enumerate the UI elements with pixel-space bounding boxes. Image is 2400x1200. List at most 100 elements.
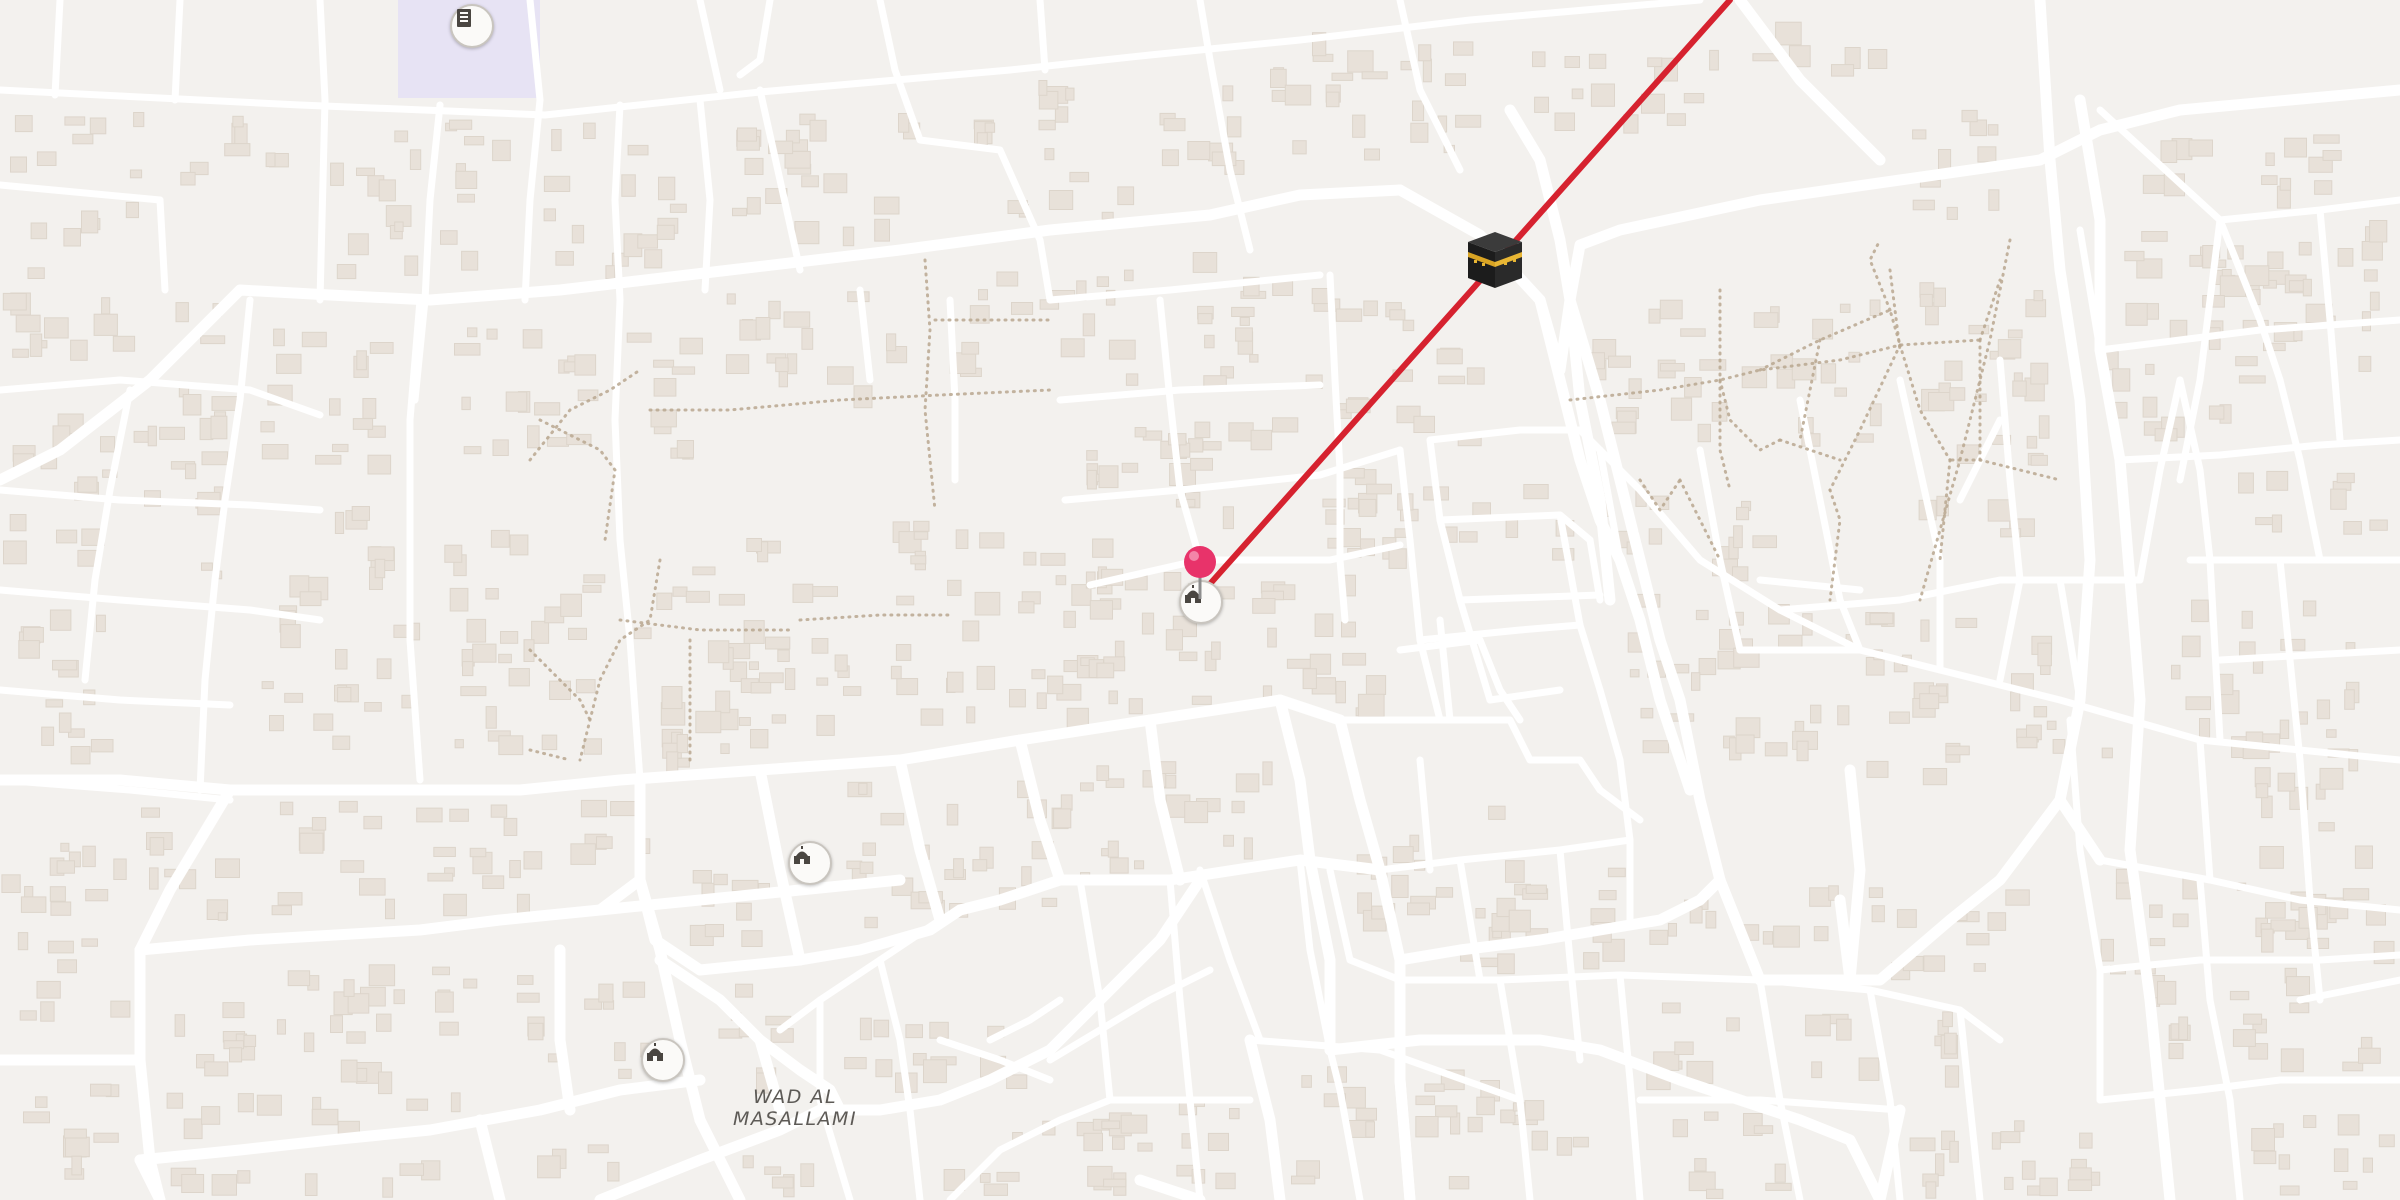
building: [2007, 329, 2023, 339]
kaaba-icon[interactable]: [1460, 226, 1530, 296]
building: [2289, 1002, 2310, 1014]
building: [469, 847, 487, 858]
building: [1909, 1137, 1936, 1152]
building: [777, 649, 790, 662]
building: [364, 702, 382, 712]
building: [1809, 887, 1832, 907]
building: [12, 348, 29, 358]
building: [340, 1059, 358, 1083]
building: [404, 255, 419, 276]
building: [56, 860, 75, 874]
mosque-poi-southwest[interactable]: [641, 1038, 685, 1082]
building: [1949, 1140, 1959, 1163]
building: [1163, 118, 1186, 132]
building: [63, 1128, 87, 1139]
building: [2181, 635, 2201, 658]
building: [1476, 1096, 1495, 1116]
building: [3, 540, 27, 565]
building: [1753, 1125, 1774, 1134]
building: [2142, 174, 2167, 194]
building: [583, 738, 603, 755]
building: [1869, 403, 1882, 427]
building: [50, 901, 72, 916]
building: [2149, 904, 2163, 918]
building: [1933, 287, 1947, 307]
building: [1583, 952, 1600, 970]
building: [1410, 122, 1429, 143]
building: [811, 586, 839, 597]
building: [1858, 1057, 1880, 1081]
building: [1648, 528, 1663, 545]
building: [443, 893, 467, 917]
building: [457, 193, 476, 203]
building: [1389, 309, 1406, 321]
building: [2318, 822, 2335, 832]
building: [1270, 68, 1287, 89]
building: [1272, 417, 1299, 433]
building: [1358, 498, 1377, 517]
building: [1867, 49, 1888, 69]
building: [112, 335, 136, 352]
building: [637, 234, 658, 249]
building: [543, 175, 571, 193]
building: [644, 249, 663, 269]
building: [1796, 740, 1809, 762]
building: [1912, 129, 1927, 140]
building: [1688, 1171, 1716, 1192]
building: [580, 799, 608, 818]
building: [1946, 206, 1958, 220]
school-poi[interactable]: [450, 4, 494, 48]
building: [596, 836, 613, 849]
building: [201, 1106, 221, 1125]
building: [575, 679, 596, 694]
building: [276, 353, 302, 374]
building: [301, 331, 327, 348]
building: [500, 631, 519, 644]
building: [232, 115, 244, 128]
building: [336, 264, 357, 280]
building: [335, 649, 348, 670]
building: [369, 342, 394, 354]
building: [1161, 149, 1179, 167]
mosque-poi-south[interactable]: [788, 841, 832, 885]
building: [133, 112, 145, 128]
building: [546, 437, 570, 447]
building: [93, 1132, 119, 1143]
building: [49, 886, 66, 902]
building: [1811, 1061, 1823, 1079]
building: [2010, 691, 2021, 712]
building: [1080, 782, 1094, 792]
building: [311, 1108, 339, 1126]
building: [509, 534, 529, 556]
building: [359, 878, 386, 896]
location-pin-icon[interactable]: [1178, 544, 1222, 600]
building: [1082, 313, 1096, 337]
map-canvas[interactable]: WAD AL MASALLAMI: [0, 0, 2400, 1200]
building: [516, 992, 540, 1003]
building: [2330, 488, 2347, 510]
building: [1178, 651, 1198, 662]
building: [22, 627, 44, 643]
building: [2358, 355, 2372, 372]
building: [1357, 693, 1385, 718]
building: [1680, 328, 1706, 337]
building: [953, 858, 964, 879]
building: [71, 1155, 82, 1176]
building: [527, 425, 540, 449]
building: [367, 454, 392, 475]
building: [2322, 150, 2342, 161]
building: [110, 1000, 131, 1018]
building: [1765, 1182, 1792, 1191]
building: [1101, 1120, 1121, 1130]
building: [374, 558, 386, 579]
building: [873, 1019, 890, 1038]
building: [1424, 1083, 1445, 1092]
building: [2279, 177, 2292, 191]
building: [2336, 472, 2355, 484]
building: [1229, 1108, 1240, 1120]
building: [743, 620, 765, 644]
building: [204, 1061, 229, 1077]
building: [1352, 114, 1366, 138]
building: [669, 203, 687, 213]
building: [113, 858, 127, 880]
